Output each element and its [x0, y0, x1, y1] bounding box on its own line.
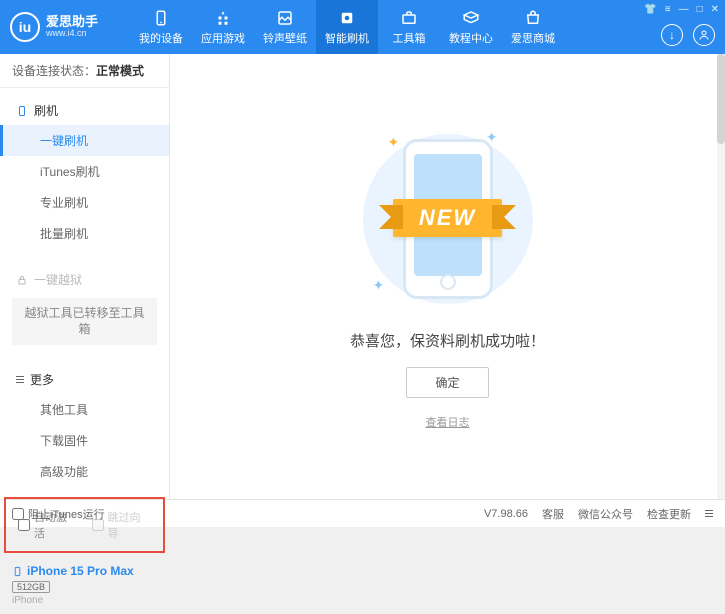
header-right: ↓: [661, 24, 715, 46]
top-nav: 我的设备 应用游戏 铃声壁纸 智能刷机 工具箱 教程中心 爱思商城: [130, 0, 564, 54]
device-name: iPhone 15 Pro Max: [12, 564, 157, 578]
support-link[interactable]: 客服: [542, 506, 564, 522]
nav-label: 教程中心: [449, 30, 493, 46]
maximize-icon[interactable]: □: [697, 4, 703, 15]
sidebar-item-firmware[interactable]: 下载固件: [0, 425, 169, 456]
version-label: V7.98.66: [484, 508, 528, 520]
ok-button[interactable]: 确定: [406, 367, 488, 398]
sidebar-item-pro[interactable]: 专业刷机: [0, 187, 169, 218]
tutorial-icon: [461, 8, 481, 28]
device-type: iPhone: [12, 595, 157, 606]
app-url: www.i4.cn: [46, 29, 98, 39]
view-log-link[interactable]: 查看日志: [426, 414, 470, 430]
logo[interactable]: iu 爱思助手 www.i4.cn: [10, 12, 130, 42]
scrollbar[interactable]: [717, 54, 725, 499]
section-label: 更多: [30, 371, 54, 388]
status-label: 设备连接状态：: [12, 64, 96, 78]
skin-icon[interactable]: 👕: [644, 4, 656, 15]
nav-smart-flash[interactable]: 智能刷机: [316, 0, 378, 54]
ringtone-icon: [275, 8, 295, 28]
nav-label: 应用游戏: [201, 30, 245, 46]
titlebar: iu 爱思助手 www.i4.cn 我的设备 应用游戏 铃声壁纸 智能刷机 工具…: [0, 0, 725, 54]
sparkle-icon: ✦: [373, 277, 385, 294]
nav-apps-games[interactable]: 应用游戏: [192, 0, 254, 54]
nav-label: 我的设备: [139, 30, 183, 46]
status-value: 正常模式: [96, 64, 144, 78]
jailbreak-note: 越狱工具已转移至工具箱: [12, 298, 157, 345]
connection-status: 设备连接状态：正常模式: [0, 54, 169, 88]
menu-icon[interactable]: [705, 510, 713, 518]
storage-badge: 512GB: [12, 581, 50, 593]
menu-icon[interactable]: ≡: [665, 4, 671, 15]
cb-label: 跳过向导: [108, 509, 152, 541]
app-title: 爱思助手: [46, 15, 98, 29]
window-controls: 👕 ≡ — □ ✕: [644, 4, 719, 15]
close-icon[interactable]: ✕: [711, 4, 719, 15]
phone-icon: [12, 566, 23, 577]
nav-tutorials[interactable]: 教程中心: [440, 0, 502, 54]
cb-label: 阻止iTunes运行: [28, 506, 105, 522]
nav-label: 爱思商城: [511, 30, 555, 46]
sidebar-item-batch[interactable]: 批量刷机: [0, 218, 169, 249]
body: 设备连接状态：正常模式 刷机 一键刷机 iTunes刷机 专业刷机 批量刷机 一…: [0, 54, 725, 499]
sidebar-item-other[interactable]: 其他工具: [0, 394, 169, 425]
sidebar-item-advanced[interactable]: 高级功能: [0, 456, 169, 487]
nav-ringtone-wallpaper[interactable]: 铃声壁纸: [254, 0, 316, 54]
block-itunes-checkbox[interactable]: 阻止iTunes运行: [12, 506, 105, 522]
logo-icon: iu: [10, 12, 40, 42]
section-label: 刷机: [34, 102, 58, 119]
sidebar-item-itunes[interactable]: iTunes刷机: [0, 156, 169, 187]
section-flash[interactable]: 刷机: [0, 96, 169, 125]
user-button[interactable]: [693, 24, 715, 46]
device-icon: [151, 8, 171, 28]
main-panel: ✦ ✦ ✦ NEW 恭喜您，保资料刷机成功啦！ 确定 查看日志: [170, 54, 725, 499]
new-ribbon: NEW: [393, 199, 502, 237]
nav-my-device[interactable]: 我的设备: [130, 0, 192, 54]
scrollbar-thumb[interactable]: [717, 54, 725, 144]
nav-label: 智能刷机: [325, 30, 369, 46]
lock-icon: [16, 274, 28, 286]
nav-label: 铃声壁纸: [263, 30, 307, 46]
section-jailbreak: 一键越狱: [0, 265, 169, 294]
minimize-icon[interactable]: —: [679, 4, 689, 15]
success-illustration: ✦ ✦ ✦ NEW: [358, 124, 538, 314]
update-link[interactable]: 检查更新: [647, 506, 691, 522]
wechat-link[interactable]: 微信公众号: [578, 506, 633, 522]
sidebar-item-oneclick[interactable]: 一键刷机: [0, 125, 169, 156]
section-more[interactable]: 更多: [0, 365, 169, 394]
store-icon: [523, 8, 543, 28]
list-icon: [16, 376, 24, 384]
success-message: 恭喜您，保资料刷机成功啦！: [350, 330, 545, 351]
toolbox-icon: [399, 8, 419, 28]
nav-store[interactable]: 爱思商城: [502, 0, 564, 54]
sparkle-icon: ✦: [388, 134, 400, 151]
sidebar: 设备连接状态：正常模式 刷机 一键刷机 iTunes刷机 专业刷机 批量刷机 一…: [0, 54, 170, 499]
flash-icon: [337, 8, 357, 28]
apps-icon: [213, 8, 233, 28]
nav-label: 工具箱: [393, 30, 426, 46]
phone-icon: [16, 105, 28, 117]
download-button[interactable]: ↓: [661, 24, 683, 46]
section-label: 一键越狱: [34, 271, 82, 288]
nav-toolbox[interactable]: 工具箱: [378, 0, 440, 54]
device-info[interactable]: iPhone 15 Pro Max 512GB iPhone: [0, 555, 169, 614]
